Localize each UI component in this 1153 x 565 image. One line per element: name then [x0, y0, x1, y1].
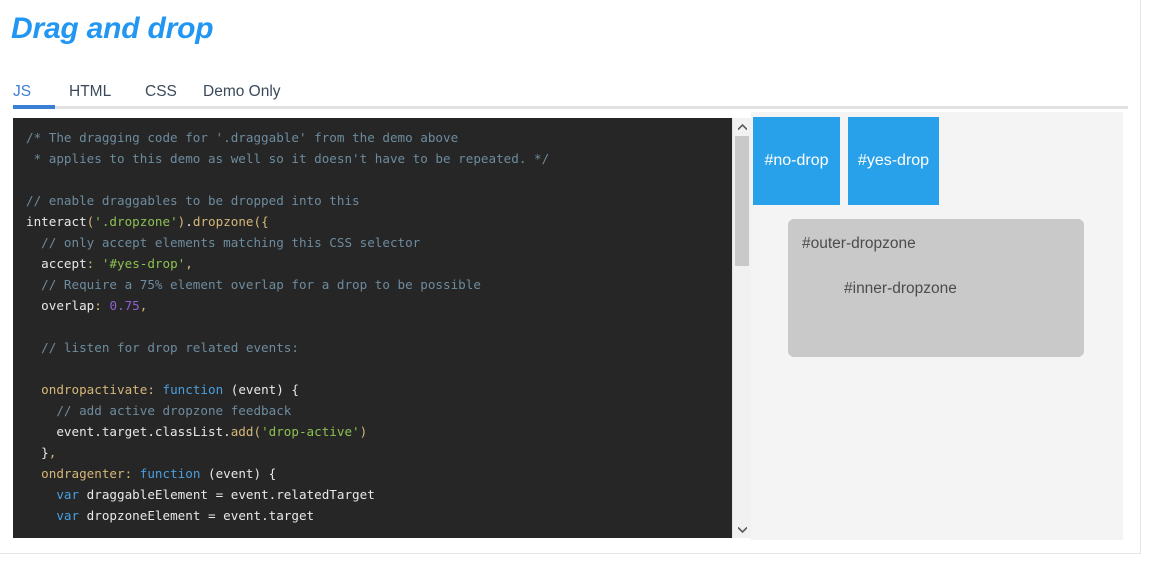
- chevron-down-icon[interactable]: [733, 521, 751, 538]
- page-title: Drag and drop: [11, 12, 214, 45]
- code-line: // listen for drop related events:: [26, 340, 299, 355]
- code-scrollbar[interactable]: [732, 118, 751, 538]
- scrollbar-thumb[interactable]: [735, 136, 749, 266]
- code-line: },: [26, 445, 57, 460]
- page-root: Drag and drop JS HTML CSS Demo Only /* T…: [0, 0, 1153, 565]
- chevron-up-icon[interactable]: [733, 118, 751, 135]
- code-line: * applies to this demo as well so it doe…: [26, 151, 550, 166]
- code-line: var draggableElement = event.relatedTarg…: [56, 487, 375, 502]
- draggable-no-drop[interactable]: #no-drop: [753, 117, 840, 205]
- code-line: accept: '#yes-drop',: [26, 256, 193, 271]
- inner-dropzone[interactable]: #inner-dropzone: [828, 274, 1058, 314]
- demo-area: #no-drop #yes-drop #outer-dropzone #inne…: [751, 112, 1123, 540]
- code-line: // only accept elements matching this CS…: [26, 235, 421, 250]
- code-line: // enable draggables to be dropped into …: [26, 193, 360, 208]
- outer-dropzone-label: #outer-dropzone: [802, 235, 916, 252]
- inner-dropzone-label: #inner-dropzone: [844, 280, 957, 297]
- code-line: overlap: 0.75,: [26, 298, 148, 313]
- draggable-yes-drop[interactable]: #yes-drop: [848, 117, 939, 205]
- container-bottom-divider: [0, 553, 1141, 554]
- code-line: // Require a 75% element overlap for a d…: [26, 277, 481, 292]
- tab-css[interactable]: CSS: [145, 80, 177, 104]
- tab-html[interactable]: HTML: [69, 80, 111, 104]
- code-content: /* The dragging code for '.draggable' fr…: [26, 127, 549, 526]
- code-line: // add active dropzone feedback: [26, 403, 292, 418]
- tab-bar-underline: [13, 106, 1128, 109]
- code-line: ondragenter: function (event) {: [26, 466, 277, 481]
- code-line: event.target.classList.add('drop-active'…: [26, 424, 368, 439]
- code-line: ondropactivate: function (event) {: [26, 382, 300, 397]
- code-line: interact('.dropzone').dropzone({: [26, 214, 269, 229]
- tab-active-indicator: [13, 105, 55, 109]
- container-right-border: [1140, 0, 1141, 554]
- tab-demo-only[interactable]: Demo Only: [203, 80, 281, 104]
- code-viewer[interactable]: /* The dragging code for '.draggable' fr…: [13, 118, 732, 538]
- draggable-no-drop-label: #no-drop: [764, 152, 829, 169]
- draggable-yes-drop-label: #yes-drop: [857, 152, 930, 169]
- code-line: var dropzoneElement = event.target: [56, 508, 315, 523]
- tab-js[interactable]: JS: [13, 80, 31, 104]
- outer-dropzone[interactable]: #outer-dropzone #inner-dropzone: [788, 219, 1084, 357]
- code-line: /* The dragging code for '.draggable' fr…: [26, 130, 459, 145]
